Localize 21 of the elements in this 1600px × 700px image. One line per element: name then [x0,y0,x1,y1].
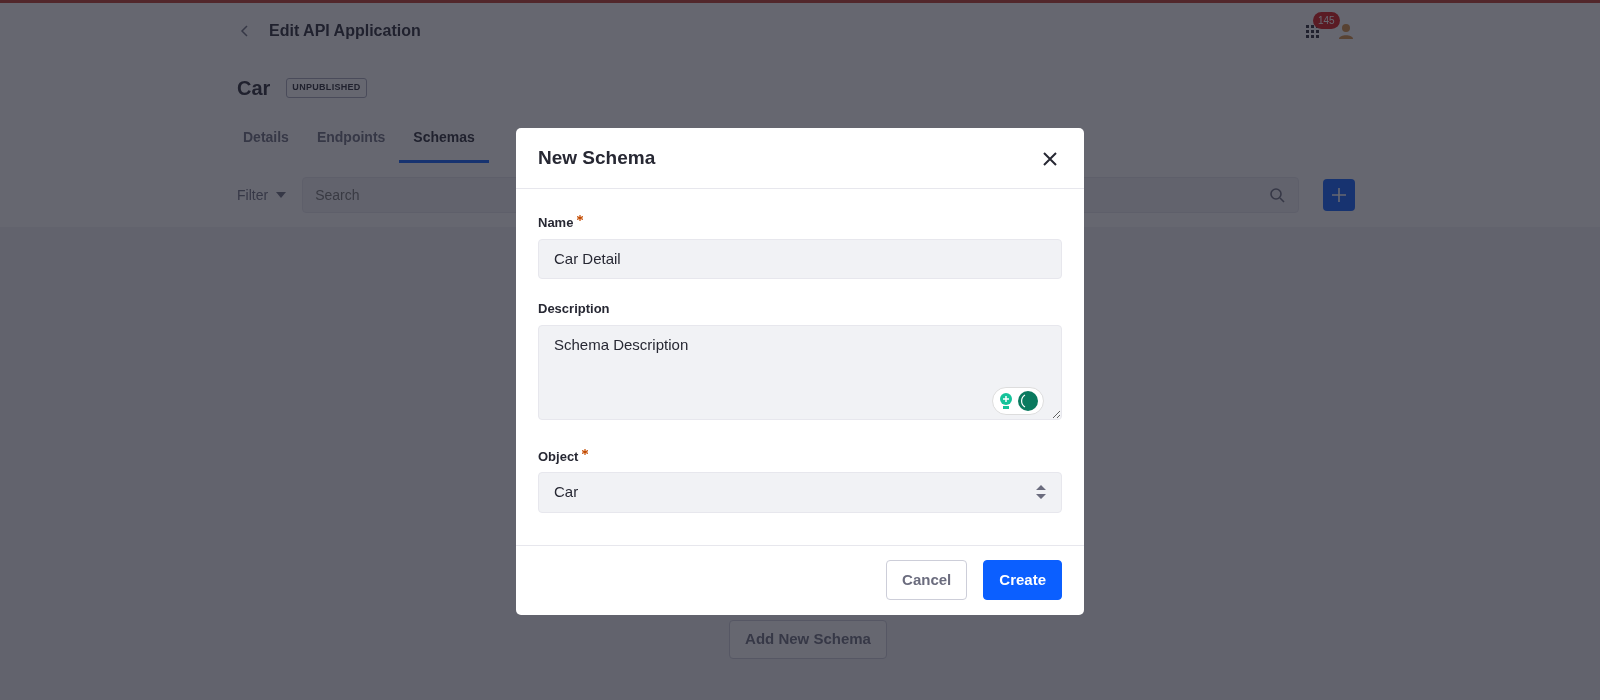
field-label: Object [538,446,1062,466]
name-field[interactable]: Car Detail [538,238,1062,279]
object-select[interactable]: Car [538,472,1062,513]
plus-icon [1332,188,1346,202]
description-field[interactable]: Schema Description [538,324,1062,420]
notification-count: 145 [1313,12,1340,29]
user-avatar-icon[interactable] [1337,22,1355,40]
application-name: Car [237,76,271,101]
close-icon [1042,150,1058,167]
add-button[interactable] [1323,179,1355,211]
page-title: Edit API Application [269,21,421,41]
cancel-button[interactable]: Cancel [886,559,968,601]
create-button[interactable]: Create [983,559,1062,601]
status-label: UNPUBLISHED [286,78,367,98]
caret-icon [276,192,287,198]
tab[interactable]: Schemas [399,117,489,163]
search-icon[interactable] [1269,187,1285,203]
field-label: Name [538,213,1062,233]
field-label: Description [538,300,611,318]
modal-title: New Schema [538,145,656,170]
sort-arrows-icon [1036,484,1046,501]
